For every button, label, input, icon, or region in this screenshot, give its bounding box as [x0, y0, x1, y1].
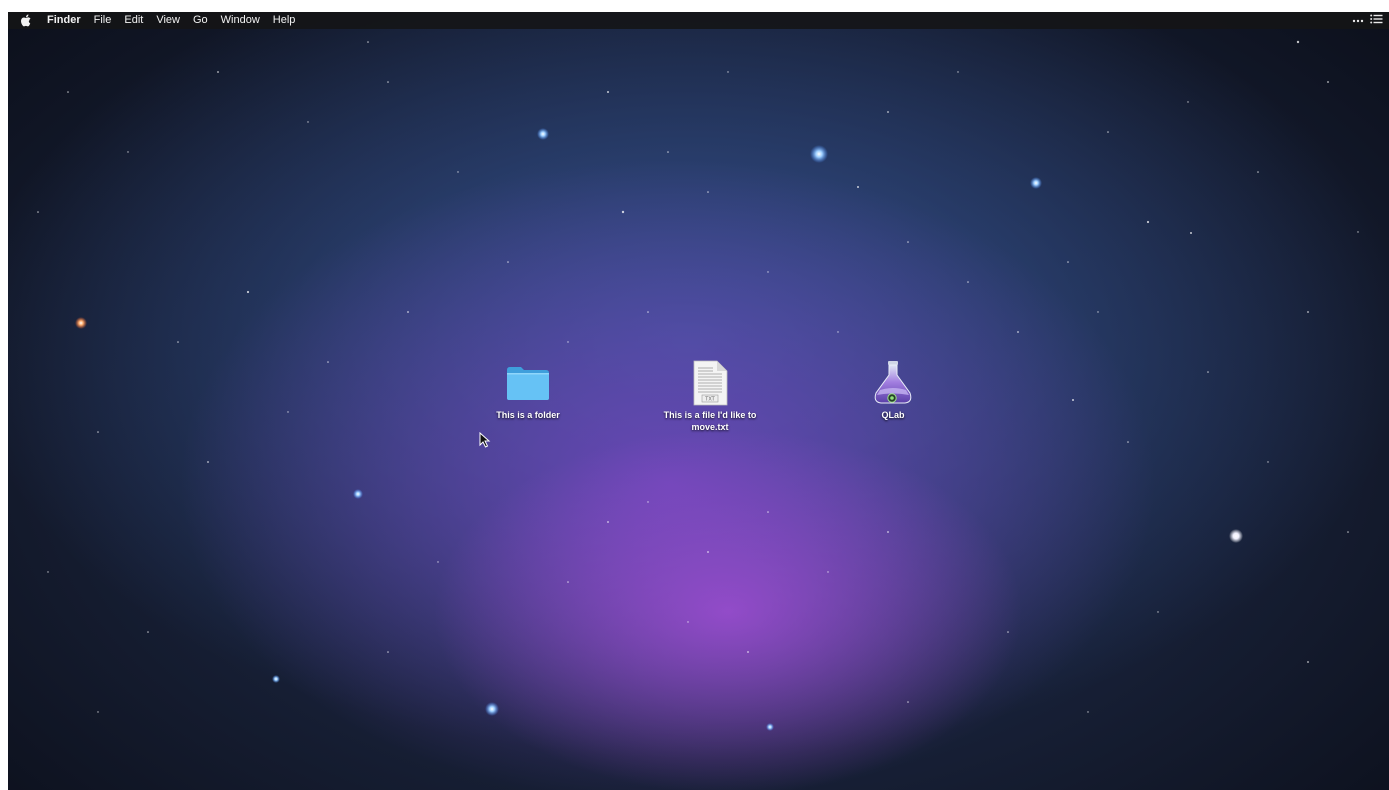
menu-extras: [1352, 12, 1383, 29]
desktop-item-qlab[interactable]: QLab: [838, 360, 948, 421]
menu-go[interactable]: Go: [193, 12, 208, 29]
qlab-flask-icon: [867, 360, 919, 406]
menu-view[interactable]: View: [156, 12, 180, 29]
desktop-item-label: QLab: [881, 410, 905, 420]
menu-edit[interactable]: Edit: [124, 12, 143, 29]
more-icon[interactable]: [1352, 15, 1364, 27]
menu-window[interactable]: Window: [221, 12, 260, 29]
desktop-item-text-file[interactable]: TXT This is a file I'd like to move.txt: [655, 360, 765, 433]
desktop-item-label: This is a file I'd like to move.txt: [663, 410, 757, 432]
desktop-item-folder[interactable]: This is a folder: [473, 360, 583, 421]
menu-finder[interactable]: Finder: [47, 12, 81, 29]
notification-center-icon[interactable]: [1370, 14, 1383, 27]
text-document-icon: TXT: [684, 360, 736, 406]
apple-logo-icon[interactable]: [21, 14, 35, 28]
menu-bar: Finder File Edit View Go Window Help: [8, 12, 1389, 29]
menu-file[interactable]: File: [94, 12, 112, 29]
menu-help[interactable]: Help: [273, 12, 296, 29]
folder-icon: [502, 360, 554, 406]
mouse-pointer-icon: [479, 432, 491, 448]
svg-text:TXT: TXT: [704, 397, 715, 403]
desktop-item-label: This is a folder: [496, 410, 560, 420]
desktop[interactable]: Finder File Edit View Go Window Help Thi…: [8, 12, 1389, 790]
